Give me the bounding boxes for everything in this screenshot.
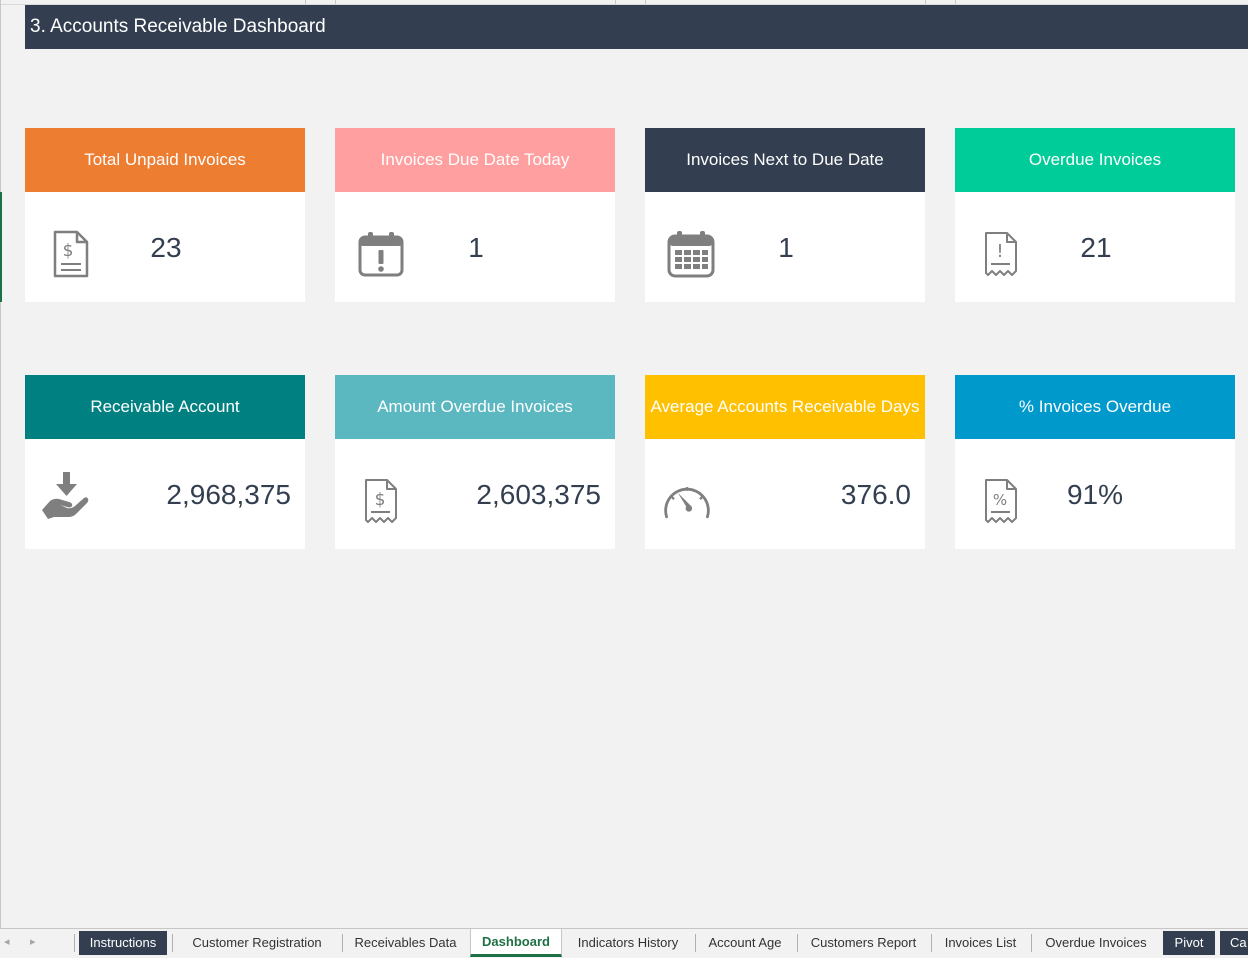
card-header: Total Unpaid Invoices <box>25 128 305 192</box>
gridline <box>305 0 306 4</box>
card-label: Overdue Invoices <box>1028 150 1162 169</box>
tab-pivot[interactable]: Pivot <box>1163 931 1215 955</box>
svg-text:$: $ <box>375 490 386 510</box>
card-body: 2,968,375 <box>25 439 305 549</box>
card-label: Average Accounts Receivable Days <box>650 397 920 416</box>
tab-separator <box>931 934 932 952</box>
tab-instructions[interactable]: Instructions <box>79 931 167 955</box>
tab-separator <box>172 934 173 952</box>
card-body: 376.0 <box>645 439 925 549</box>
card-body: $ 23 <box>25 192 305 302</box>
receipt-percent-icon: % <box>975 475 1027 527</box>
svg-text:$: $ <box>63 241 74 261</box>
card-label: % Invoices Overdue <box>1018 397 1172 416</box>
tab-separator <box>1031 934 1032 952</box>
tab-customer-registration[interactable]: Customer Registration <box>176 931 338 955</box>
calendar-grid-icon <box>665 228 717 280</box>
card-body: % 91% <box>955 439 1235 549</box>
card-label: Receivable Account <box>90 397 240 416</box>
card-label: Invoices Next to Due Date <box>686 150 884 169</box>
hand-download-icon <box>39 469 91 521</box>
card-label: Invoices Due Date Today <box>380 150 570 169</box>
card-header: Amount Overdue Invoices <box>335 375 615 439</box>
dashboard-title: 3. Accounts Receivable Dashboard <box>25 5 1248 49</box>
svg-text:%: % <box>993 491 1007 509</box>
tab-ca[interactable]: Ca <box>1220 931 1248 955</box>
card-value: 376.0 <box>840 479 911 510</box>
card-label: Total Unpaid Invoices <box>84 150 246 169</box>
gridline <box>925 0 926 4</box>
kpi-card-amount-overdue[interactable]: Amount Overdue Invoices $ 2,603,375 <box>335 375 615 549</box>
card-label: Amount Overdue Invoices <box>377 397 573 416</box>
card-value: 23 <box>150 232 182 263</box>
invoice-dollar-icon: $ <box>45 228 97 280</box>
kpi-card-receivable-account[interactable]: Receivable Account 2,968,375 <box>25 375 305 549</box>
card-body: $ 2,603,375 <box>335 439 615 549</box>
receipt-dollar-icon: $ <box>355 475 407 527</box>
receipt-exclamation-icon: ! <box>975 228 1027 280</box>
card-value: 21 <box>1080 232 1112 263</box>
kpi-card-due-today[interactable]: Invoices Due Date Today 1 <box>335 128 615 302</box>
card-body: ! 21 <box>955 192 1235 302</box>
tab-overdue-invoices[interactable]: Overdue Invoices <box>1034 931 1158 955</box>
card-header: Receivable Account <box>25 375 305 439</box>
gridline <box>955 0 956 4</box>
kpi-card-percent-overdue[interactable]: % Invoices Overdue % 91% <box>955 375 1235 549</box>
kpi-card-total-unpaid[interactable]: Total Unpaid Invoices $ 23 <box>25 128 305 302</box>
kpi-card-next-due[interactable]: Invoices Next to Due Date 1 <box>645 128 925 302</box>
scroll-tabs-left-button[interactable]: ◂ <box>4 935 10 948</box>
card-value: 91% <box>1066 479 1124 510</box>
card-header: Average Accounts Receivable Days <box>645 375 925 439</box>
excel-window: 3. Accounts Receivable Dashboard Total U… <box>0 0 1248 958</box>
sheet-tab-bar: ◂ ▸ Instructions Customer Registration R… <box>0 928 1248 958</box>
svg-text:!: ! <box>996 241 1003 262</box>
tab-separator <box>342 934 343 952</box>
tab-separator <box>695 934 696 952</box>
gridline <box>615 0 616 4</box>
card-value: 2,603,375 <box>476 479 601 510</box>
card-value: 2,968,375 <box>166 479 291 510</box>
speedometer-icon <box>661 475 713 527</box>
gridline <box>645 0 646 4</box>
tab-dashboard[interactable]: Dashboard <box>470 929 562 957</box>
gridline <box>335 0 336 4</box>
card-body: 1 <box>645 192 925 302</box>
tab-indicators-history[interactable]: Indicators History <box>566 931 690 955</box>
card-header: Invoices Due Date Today <box>335 128 615 192</box>
scroll-tabs-right-button[interactable]: ▸ <box>30 935 36 948</box>
calendar-exclamation-icon <box>355 228 407 280</box>
card-header: Invoices Next to Due Date <box>645 128 925 192</box>
tab-separator <box>797 934 798 952</box>
sheet-left-edge <box>0 0 1 928</box>
card-value: 1 <box>778 232 794 263</box>
card-header: % Invoices Overdue <box>955 375 1235 439</box>
card-body: 1 <box>335 192 615 302</box>
card-header: Overdue Invoices <box>955 128 1235 192</box>
tab-invoices-list[interactable]: Invoices List <box>934 931 1027 955</box>
tab-receivables-data[interactable]: Receivables Data <box>345 931 466 955</box>
tab-account-age[interactable]: Account Age <box>698 931 792 955</box>
tab-customers-report[interactable]: Customers Report <box>800 931 927 955</box>
kpi-card-avg-days[interactable]: Average Accounts Receivable Days 376.0 <box>645 375 925 549</box>
card-value: 1 <box>468 232 484 263</box>
tab-separator <box>74 934 75 952</box>
kpi-card-overdue[interactable]: Overdue Invoices ! 21 <box>955 128 1235 302</box>
row-selection-indicator <box>0 192 2 302</box>
